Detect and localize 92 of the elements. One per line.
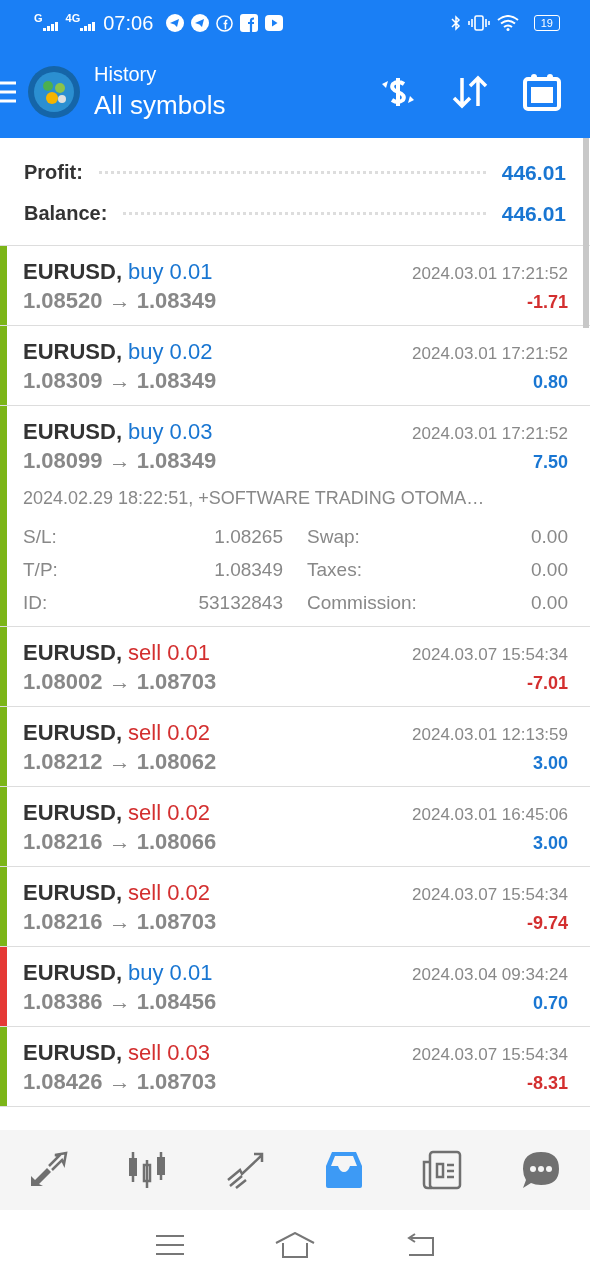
app-logo-icon <box>28 66 80 118</box>
close-time: 2024.03.07 15:54:34 <box>412 1045 568 1065</box>
header-title: History <box>94 63 158 86</box>
profit-value: -7.01 <box>526 673 568 694</box>
order-type: buy 0.03 <box>128 419 213 445</box>
menu-icon[interactable] <box>0 80 16 104</box>
price-range: 1.08099 → 1.08349 <box>23 448 217 474</box>
price-range: 1.08386 → 1.08456 <box>23 989 217 1015</box>
close-time: 2024.03.01 12:13:59 <box>412 725 568 745</box>
trade-row[interactable]: EURUSD, buy 0.03 2024.03.01 17:21:52 1.08099 → 1.08349 7.50 2024.02.29 18:22:51, +SOFTWARE TRADING OTOMA… S/L: 1.08265 Swap: 0.00 T/P: 1.08349 Taxes: 0.00 ID: 53132843 Commission: 0.00 <box>0 406 590 627</box>
symbol-label: EURUSD, <box>23 800 122 826</box>
signal-icon <box>42 21 59 31</box>
symbol-label: EURUSD, <box>23 880 122 906</box>
close-time: 2024.03.01 17:21:52 <box>412 264 568 284</box>
close-time: 2024.03.04 09:34:24 <box>412 965 568 985</box>
trade-row[interactable]: EURUSD, buy 0.02 2024.03.01 17:21:52 1.08309 → 1.08349 0.80 <box>0 326 590 406</box>
back-icon[interactable] <box>405 1233 435 1257</box>
detail-label: T/P: <box>23 558 59 581</box>
summary-label: Balance: <box>24 202 108 225</box>
detail-value: 53132843 <box>197 591 283 614</box>
order-type: sell 0.01 <box>128 640 210 666</box>
close-time: 2024.03.07 15:54:34 <box>412 645 568 665</box>
facebook-icon <box>240 14 259 32</box>
symbol-label: EURUSD, <box>23 259 122 285</box>
profit-value: 0.70 <box>532 993 568 1014</box>
summary-label: Profit: <box>24 161 83 184</box>
close-time: 2024.03.01 17:21:52 <box>412 344 568 364</box>
detail-value: 1.08265 <box>213 525 283 548</box>
price-range: 1.08002 → 1.08703 <box>23 669 217 695</box>
profit-value: -9.74 <box>526 913 568 934</box>
status-time: 07:06 <box>103 11 154 35</box>
close-time: 2024.03.01 17:21:52 <box>412 424 568 444</box>
symbol-label: EURUSD, <box>23 720 122 746</box>
recent-apps-icon[interactable] <box>155 1233 185 1257</box>
profit-value: 3.00 <box>532 833 568 854</box>
detail-value: 1.08349 <box>213 558 283 581</box>
symbol-label: EURUSD, <box>23 419 122 445</box>
summary-value: 446.01 <box>501 160 566 185</box>
price-range: 1.08216 → 1.08703 <box>23 909 217 935</box>
symbol-label: EURUSD, <box>23 960 122 986</box>
price-range: 1.08212 → 1.08062 <box>23 749 217 775</box>
profit-value: 3.00 <box>532 753 568 774</box>
wifi-icon <box>496 15 519 31</box>
order-type: buy 0.02 <box>128 339 213 365</box>
order-type: sell 0.02 <box>128 720 210 746</box>
facebook-icon <box>216 14 234 32</box>
paper-plane-icon <box>166 14 185 32</box>
order-type: sell 0.02 <box>128 800 210 826</box>
price-range: 1.08426 → 1.08703 <box>23 1069 217 1095</box>
play-icon <box>265 15 284 31</box>
price-range: 1.08309 → 1.08349 <box>23 368 217 394</box>
vibrate-icon <box>467 15 490 31</box>
trade-row[interactable]: EURUSD, buy 0.01 2024.03.04 09:34:24 1.08386 → 1.08456 0.70 <box>0 947 590 1027</box>
trade-comment: 2024.02.29 18:22:51, +SOFTWARE TRADING OTOMA… <box>23 488 486 510</box>
detail-value: 0.00 <box>531 558 568 581</box>
header-subtitle: All symbols <box>94 90 226 121</box>
paper-plane-icon <box>191 14 210 32</box>
price-range: 1.08520 → 1.08349 <box>23 288 217 314</box>
order-type: sell 0.03 <box>128 1040 210 1066</box>
trade-row[interactable]: EURUSD, sell 0.02 2024.03.01 16:45:06 1.08216 → 1.08066 3.00 <box>0 787 590 867</box>
detail-label: S/L: <box>23 525 58 548</box>
trade-row[interactable]: EURUSD, sell 0.01 2024.03.07 15:54:34 1.08002 → 1.08703 -7.01 <box>0 627 590 707</box>
detail-label: ID: <box>23 591 49 614</box>
close-time: 2024.03.01 16:45:06 <box>412 805 568 825</box>
detail-label: Taxes: <box>307 558 363 581</box>
profit-value: 0.80 <box>532 372 568 393</box>
detail-value: 0.00 <box>531 591 568 614</box>
network-label: G <box>34 12 43 24</box>
summary-value: 446.01 <box>501 201 566 226</box>
detail-label: Commission: <box>307 591 418 614</box>
trade-row[interactable]: EURUSD, sell 0.02 2024.03.01 12:13:59 1.08212 → 1.08062 3.00 <box>0 707 590 787</box>
order-type: buy 0.01 <box>128 259 213 285</box>
home-icon[interactable] <box>275 1232 315 1258</box>
network-label: 4G <box>65 12 81 24</box>
close-time: 2024.03.07 15:54:34 <box>412 885 568 905</box>
price-range: 1.08216 → 1.08066 <box>23 829 217 855</box>
symbol-label: EURUSD, <box>23 1040 122 1066</box>
trade-row[interactable]: EURUSD, buy 0.01 2024.03.01 17:21:52 1.08520 → 1.08349 -1.71 <box>0 246 590 326</box>
trade-row[interactable]: EURUSD, sell 0.03 2024.03.07 15:54:34 1.08426 → 1.08703 -8.31 <box>0 1027 590 1107</box>
profit-value: -8.31 <box>526 1073 568 1094</box>
detail-label: Swap: <box>307 525 361 548</box>
symbol-label: EURUSD, <box>23 339 122 365</box>
battery-indicator: 19 <box>533 15 560 31</box>
order-type: buy 0.01 <box>128 960 213 986</box>
symbol-label: EURUSD, <box>23 640 122 666</box>
order-type: sell 0.02 <box>128 880 210 906</box>
signal-icon <box>80 21 97 31</box>
trade-row[interactable]: EURUSD, sell 0.02 2024.03.07 15:54:34 1.08216 → 1.08703 -9.74 <box>0 867 590 947</box>
profit-value: 7.50 <box>532 452 568 473</box>
bluetooth-icon <box>450 15 461 31</box>
profit-value: -1.71 <box>526 292 568 313</box>
detail-value: 0.00 <box>531 525 568 548</box>
